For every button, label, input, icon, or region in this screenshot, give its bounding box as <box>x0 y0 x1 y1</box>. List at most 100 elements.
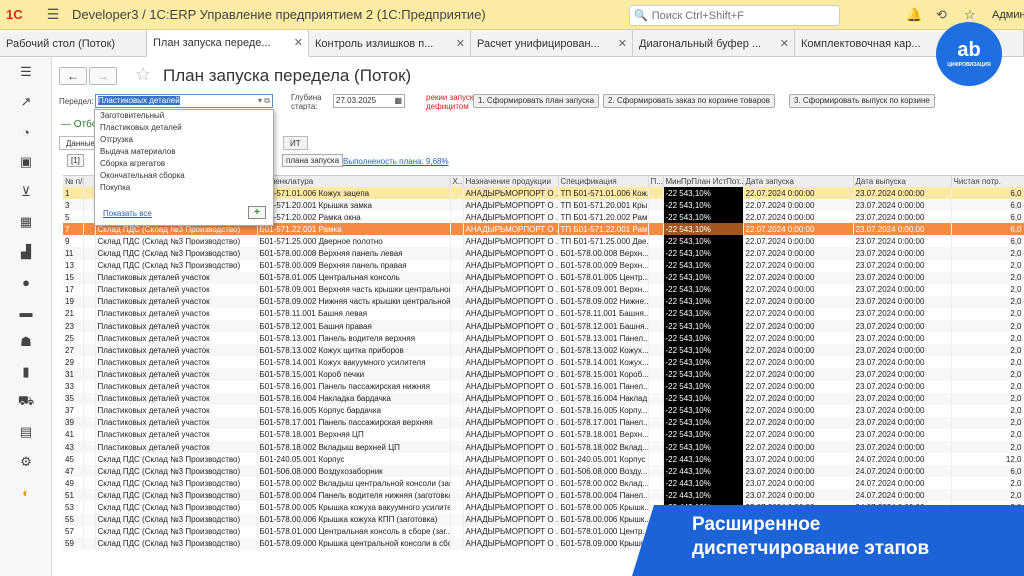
table-row[interactable]: 39 Пластиковых деталей участок Б01-578.17.… <box>63 416 1024 429</box>
tab-launch-plan[interactable]: План запуска переде... ✕ <box>147 30 309 57</box>
sidebar-card-icon[interactable]: ▬ <box>0 297 52 327</box>
table-cell <box>450 513 464 526</box>
global-search[interactable]: 🔍 <box>629 5 840 26</box>
table-row[interactable]: 27 Пластиковых деталей участок Б01-578.13.… <box>63 344 1024 357</box>
table-cell <box>648 199 664 212</box>
tab-diagonal-buffer[interactable]: Диагональный буфер ... ✕ <box>633 30 795 57</box>
table-row[interactable]: 13 Склад ПДС (Склад №3 Производство) Б01-5… <box>63 259 1024 272</box>
dropdown-item[interactable]: Сборка агрегатов <box>95 158 273 170</box>
table-cell <box>450 235 464 248</box>
table-row[interactable]: 9 Склад ПДС (Склад №3 Производство) Б01-57… <box>63 235 1024 248</box>
search-input[interactable] <box>651 9 832 22</box>
table-cell: 13 <box>63 259 84 272</box>
sidebar-factory-icon[interactable]: ▟ <box>0 237 52 267</box>
history-icon[interactable]: ⟲ <box>936 7 947 23</box>
show-all-link[interactable]: Показать все <box>103 209 152 218</box>
table-row[interactable]: 31 Пластиковых деталей участок Б01-578.15.… <box>63 368 1024 381</box>
column-header[interactable]: № п/п <box>63 176 84 187</box>
column-header[interactable]: Номенклатура <box>257 176 451 187</box>
tab-surplus-control[interactable]: Контроль излишков п... ✕ <box>309 30 471 57</box>
fulfillment-link[interactable]: Выполненость плана: 9,68% <box>343 157 449 166</box>
dropdown-item[interactable]: Выдача материалов <box>95 146 273 158</box>
sidebar-chart-icon[interactable]: ↗ <box>0 87 52 117</box>
user-name[interactable]: Админ <box>992 9 1024 21</box>
tab-unified-calc[interactable]: Расчет унифицирован... ✕ <box>471 30 633 57</box>
dropdown-item[interactable]: Пластиковых деталей <box>95 122 273 134</box>
column-header[interactable]: Дата выпуска <box>853 176 952 187</box>
column-header[interactable]: Чистая потр. <box>951 176 1024 187</box>
form-launch-plan-button[interactable]: 1. Сформировать план запуска <box>473 94 600 108</box>
start-date-field[interactable]: 27.03.2025 ▦ <box>333 94 405 108</box>
table-cell <box>450 416 464 429</box>
star-icon[interactable]: ☆ <box>964 7 976 23</box>
dropdown-item[interactable]: Отгрузка <box>95 134 273 146</box>
hamburger-menu-icon[interactable]: ☰ <box>42 6 64 23</box>
column-header[interactable]: Назначение продукции <box>463 176 559 187</box>
plan-launch-button[interactable]: плана запуска <box>282 154 344 167</box>
sidebar-circle-icon[interactable]: ◐ <box>0 477 52 507</box>
table-cell: 6,0 <box>951 211 1024 224</box>
close-icon[interactable]: ✕ <box>780 37 789 50</box>
table-row[interactable]: 41 Пластиковых деталей участок Б01-578.18.… <box>63 428 1024 441</box>
table-row[interactable]: 29 Пластиковых деталей участок Б01-578.14.… <box>63 356 1024 369</box>
sidebar-truck-icon[interactable]: ⛟ <box>0 387 52 417</box>
sidebar-pie-icon[interactable]: ◔ <box>0 117 52 147</box>
sidebar-grid-icon[interactable]: ▦ <box>0 207 52 237</box>
table-row[interactable]: 51 Склад ПДС (Склад №3 Производство) Б01-5… <box>63 489 1024 502</box>
table-cell: 24.07.2024 0:00:00 <box>853 465 952 478</box>
table-cell: Б01-578.00.002 Вклад... <box>558 477 649 490</box>
table-row[interactable]: 15 Пластиковых деталей участок Б01-578.01.… <box>63 271 1024 284</box>
tab-desktop[interactable]: Рабочий стол (Поток) <box>0 30 147 57</box>
table-row[interactable]: 19 Пластиковых деталей участок Б01-578.09.… <box>63 295 1024 308</box>
sidebar-user-icon[interactable]: ● <box>0 267 52 297</box>
table-row[interactable]: 49 Склад ПДС (Склад №3 Производство) Б01-5… <box>63 477 1024 490</box>
counter-button[interactable]: [1] <box>67 154 84 167</box>
table-cell: 2,0 <box>951 404 1024 417</box>
table-row[interactable]: 11 Склад ПДС (Склад №3 Производство) Б01-5… <box>63 247 1024 260</box>
sidebar-bag-icon[interactable]: ▣ <box>0 147 52 177</box>
table-row[interactable]: 25 Пластиковых деталей участок Б01-578.13.… <box>63 332 1024 345</box>
table-row[interactable]: 17 Пластиковых деталей участок Б01-578.09.… <box>63 283 1024 296</box>
subtab-it[interactable]: ИТ <box>283 136 308 150</box>
sidebar-menu-icon[interactable]: ☰ <box>0 57 52 87</box>
back-button[interactable]: ← <box>59 67 87 85</box>
dropdown-item[interactable]: Окончательная сборка <box>95 170 273 182</box>
table-row[interactable]: 21 Пластиковых деталей участок Б01-578.11.… <box>63 307 1024 321</box>
column-header[interactable]: Х... <box>450 176 464 187</box>
close-icon[interactable]: ✕ <box>456 37 465 50</box>
column-header[interactable]: Дата запуска <box>743 176 854 187</box>
table-row[interactable]: 45 Склад ПДС (Склад №3 Производство) Б01-2… <box>63 453 1024 466</box>
calendar-icon[interactable]: ▦ <box>394 95 402 107</box>
peredel-combo[interactable]: Пластиковых деталей ▾ ⧉ <box>95 94 273 108</box>
table-row[interactable]: 33 Пластиковых деталей участок Б01-578.16.… <box>63 380 1024 393</box>
table-cell <box>450 211 464 224</box>
chevron-down-icon[interactable]: ▾ ⧉ <box>258 95 270 107</box>
table-row[interactable]: 47 Склад ПДС (Склад №3 Производство) Б01-5… <box>63 465 1024 478</box>
add-icon[interactable]: + <box>248 206 266 219</box>
table-row[interactable]: 23 Пластиковых деталей участок Б01-578.12.… <box>63 320 1024 333</box>
column-header[interactable]: Спецификация <box>558 176 649 187</box>
favorite-star-icon[interactable]: ☆ <box>135 64 151 85</box>
form-order-button[interactable]: 2. Сформировать заказ по корзине товаров <box>603 94 775 108</box>
sidebar-people-icon[interactable]: ☗ <box>0 327 52 357</box>
bell-icon[interactable]: 🔔 <box>906 7 922 23</box>
form-output-button[interactable]: 3. Сформировать выпуск по корзине <box>789 94 935 108</box>
table-cell: Б01-578.13.001 Панель водителя верхняя <box>257 332 451 345</box>
forward-button[interactable]: → <box>89 67 117 85</box>
close-icon[interactable]: ✕ <box>618 37 627 50</box>
table-cell: Б01-240.05.001 Корпус <box>257 453 451 466</box>
table-cell: АНАДЫРЬМОРПОРТ О ... <box>463 380 559 393</box>
table-cell: Б01-578.09.002 Нижняя часть крышки центр… <box>257 295 451 308</box>
sidebar-cart-icon[interactable]: ⊻ <box>0 177 52 207</box>
sidebar-doc-icon[interactable]: ▤ <box>0 417 52 447</box>
table-row[interactable]: 37 Пластиковых деталей участок Б01-578.16.… <box>63 404 1024 417</box>
column-header[interactable]: П... <box>648 176 664 187</box>
dropdown-item[interactable]: Заготовительный <box>95 110 273 122</box>
sidebar-bars-icon[interactable]: ▮ <box>0 357 52 387</box>
column-header[interactable]: МинПрПлан ИстПот... <box>663 176 744 187</box>
close-icon[interactable]: ✕ <box>294 36 303 49</box>
table-row[interactable]: 35 Пластиковых деталей участок Б01-578.16.… <box>63 392 1024 405</box>
table-row[interactable]: 43 Пластиковых деталей участок Б01-578.18.… <box>63 440 1024 454</box>
sidebar-gear-icon[interactable]: ⚙ <box>0 447 52 477</box>
dropdown-item[interactable]: Покупка <box>95 182 273 194</box>
